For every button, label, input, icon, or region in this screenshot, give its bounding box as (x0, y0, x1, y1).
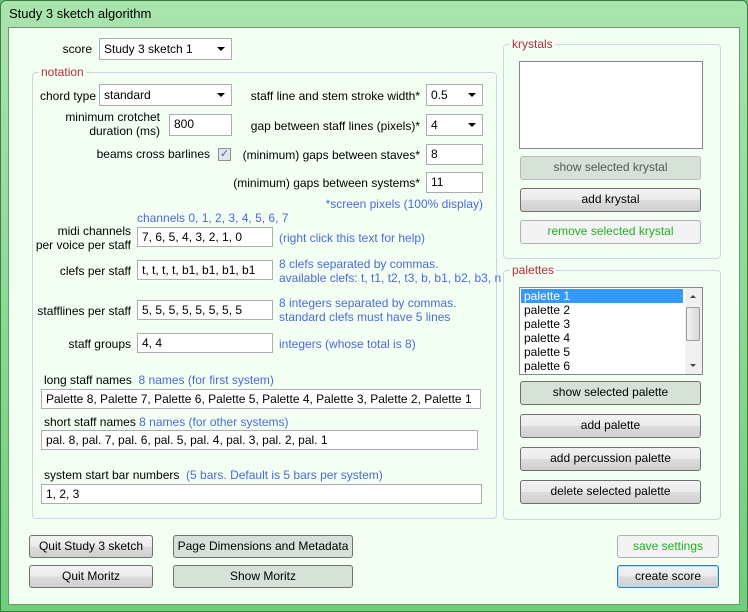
chord-type-select[interactable]: standard (99, 84, 232, 106)
min-crotchet-input[interactable]: 800 (169, 114, 232, 136)
gaps-systems-input[interactable]: 11 (426, 172, 483, 193)
staff-groups-help: integers (whose total is 8) (279, 337, 416, 351)
add-krystal-button[interactable]: add krystal (520, 188, 701, 212)
stroke-width-select[interactable]: 0.5 (426, 84, 483, 106)
system-start-input[interactable]: 1, 2, 3 (41, 484, 482, 504)
stafflines-label: stafflines per staff (37, 304, 131, 318)
gap-staff-lines-label: gap between staff lines (pixels)* (250, 119, 420, 133)
staff-groups-label: staff groups (68, 337, 131, 351)
beams-label: beams cross barlines (96, 147, 210, 161)
show-moritz-button[interactable]: Show Moritz (173, 565, 353, 588)
palettes-legend: palettes (510, 263, 557, 277)
help-line: available clefs: t, t1, t2, t3, b, b1, b… (279, 271, 502, 285)
scroll-up-icon[interactable] (690, 295, 696, 298)
min-crotchet-label: minimum crotchet duration (ms) (60, 110, 160, 138)
scroll-down-icon[interactable] (690, 364, 696, 367)
help-line: standard clefs must have 5 lines (279, 310, 451, 324)
quit-moritz-button[interactable]: Quit Moritz (29, 565, 153, 588)
short-names-hint: 8 names (for other systems) (139, 415, 289, 429)
score-label: score (62, 42, 92, 56)
midi-channels-input[interactable]: 7, 6, 5, 4, 3, 2, 1, 0 (137, 227, 273, 247)
stafflines-input[interactable]: 5, 5, 5, 5, 5, 5, 5, 5 (137, 300, 273, 320)
screen-pixels-note: *screen pixels (100% display) (325, 197, 483, 211)
notation-legend: notation (39, 65, 86, 79)
clefs-label: clefs per staff (59, 264, 131, 278)
gap-staff-lines-select[interactable]: 4 (426, 114, 483, 136)
system-start-label-row: system start bar numbers (5 bars. Defaul… (44, 468, 383, 482)
show-selected-krystal-button[interactable]: show selected krystal (520, 156, 701, 180)
gap-staff-lines-value: 4 (431, 118, 438, 132)
stafflines-help: 8 integers separated by commas. standard … (279, 296, 456, 324)
midi-channels-label: midi channels per voice per staff (30, 224, 131, 252)
score-value: Study 3 sketch 1 (104, 42, 193, 56)
label-line: duration (ms) (89, 124, 160, 138)
krystals-legend: krystals (510, 37, 555, 51)
palette-list-item[interactable]: palette 1 (521, 289, 683, 303)
palette-list-item[interactable]: palette 6 (521, 359, 701, 373)
label-line: per voice per staff (35, 238, 131, 252)
chevron-down-icon (217, 93, 225, 97)
page-dimensions-button[interactable]: Page Dimensions and Metadata (173, 535, 353, 558)
long-names-label: long staff names (44, 373, 132, 387)
chevron-down-icon (468, 93, 476, 97)
palettes-scrollbar[interactable] (685, 288, 702, 374)
chevron-down-icon (468, 123, 476, 127)
palettes-list[interactable]: palette 1 palette 2 palette 3 palette 4 … (519, 287, 703, 375)
short-names-input[interactable]: pal. 8, pal. 7, pal. 6, pal. 5, pal. 4, … (41, 430, 478, 450)
system-start-hint: (5 bars. Default is 5 bars per system) (186, 468, 383, 482)
midi-help-link[interactable]: (right click this text for help) (279, 231, 425, 245)
short-names-label-row: short staff names 8 names (for other sys… (44, 415, 289, 429)
chord-type-label: chord type (40, 89, 97, 103)
palette-list-item[interactable]: palette 3 (521, 317, 701, 331)
gaps-systems-label: (minimum) gaps between systems* (233, 176, 420, 190)
scrollbar-thumb[interactable] (686, 307, 700, 341)
krystals-list[interactable] (519, 61, 703, 149)
remove-selected-krystal-button[interactable]: remove selected krystal (520, 220, 701, 244)
long-names-hint: 8 names (for first system) (138, 373, 274, 387)
staff-groups-input[interactable]: 4, 4 (137, 333, 273, 353)
create-score-button[interactable]: create score (617, 565, 719, 588)
clefs-input[interactable]: t, t, t, t, b1, b1, b1, b1 (137, 260, 273, 280)
palette-list-item[interactable]: palette 5 (521, 345, 701, 359)
stroke-width-label: staff line and stem stroke width* (250, 89, 420, 103)
add-palette-button[interactable]: add palette (520, 414, 701, 438)
save-settings-button[interactable]: save settings (617, 535, 719, 558)
delete-selected-palette-button[interactable]: delete selected palette (520, 480, 701, 504)
chord-type-value: standard (104, 88, 151, 102)
palette-list-item[interactable]: palette 4 (521, 331, 701, 345)
score-select[interactable]: Study 3 sketch 1 (99, 38, 232, 60)
system-start-label: system start bar numbers (44, 468, 180, 482)
palette-list-item[interactable]: palette 2 (521, 303, 701, 317)
label-line: midi channels (57, 224, 131, 238)
stroke-width-value: 0.5 (431, 88, 448, 102)
add-percussion-palette-button[interactable]: add percussion palette (520, 447, 701, 471)
help-line: 8 clefs separated by commas. (279, 257, 439, 271)
chevron-down-icon (217, 47, 225, 51)
show-selected-palette-button[interactable]: show selected palette (520, 381, 701, 405)
long-names-input[interactable]: Palette 8, Palette 7, Palette 6, Palette… (41, 389, 481, 409)
help-line: 8 integers separated by commas. (279, 296, 457, 310)
gaps-staves-input[interactable]: 8 (426, 144, 483, 165)
window-title: Study 3 sketch algorithm (9, 6, 152, 21)
long-names-label-row: long staff names 8 names (for first syst… (44, 373, 274, 387)
short-names-label: short staff names (44, 415, 136, 429)
midi-channels-hint: channels 0, 1, 2, 3, 4, 5, 6, 7 (137, 211, 289, 225)
quit-sketch-button[interactable]: Quit Study 3 sketch (29, 535, 153, 558)
clefs-help: 8 clefs separated by commas. available cl… (279, 257, 501, 285)
label-line: minimum crotchet (65, 110, 160, 124)
gaps-staves-label: (minimum) gaps between staves* (242, 148, 420, 162)
